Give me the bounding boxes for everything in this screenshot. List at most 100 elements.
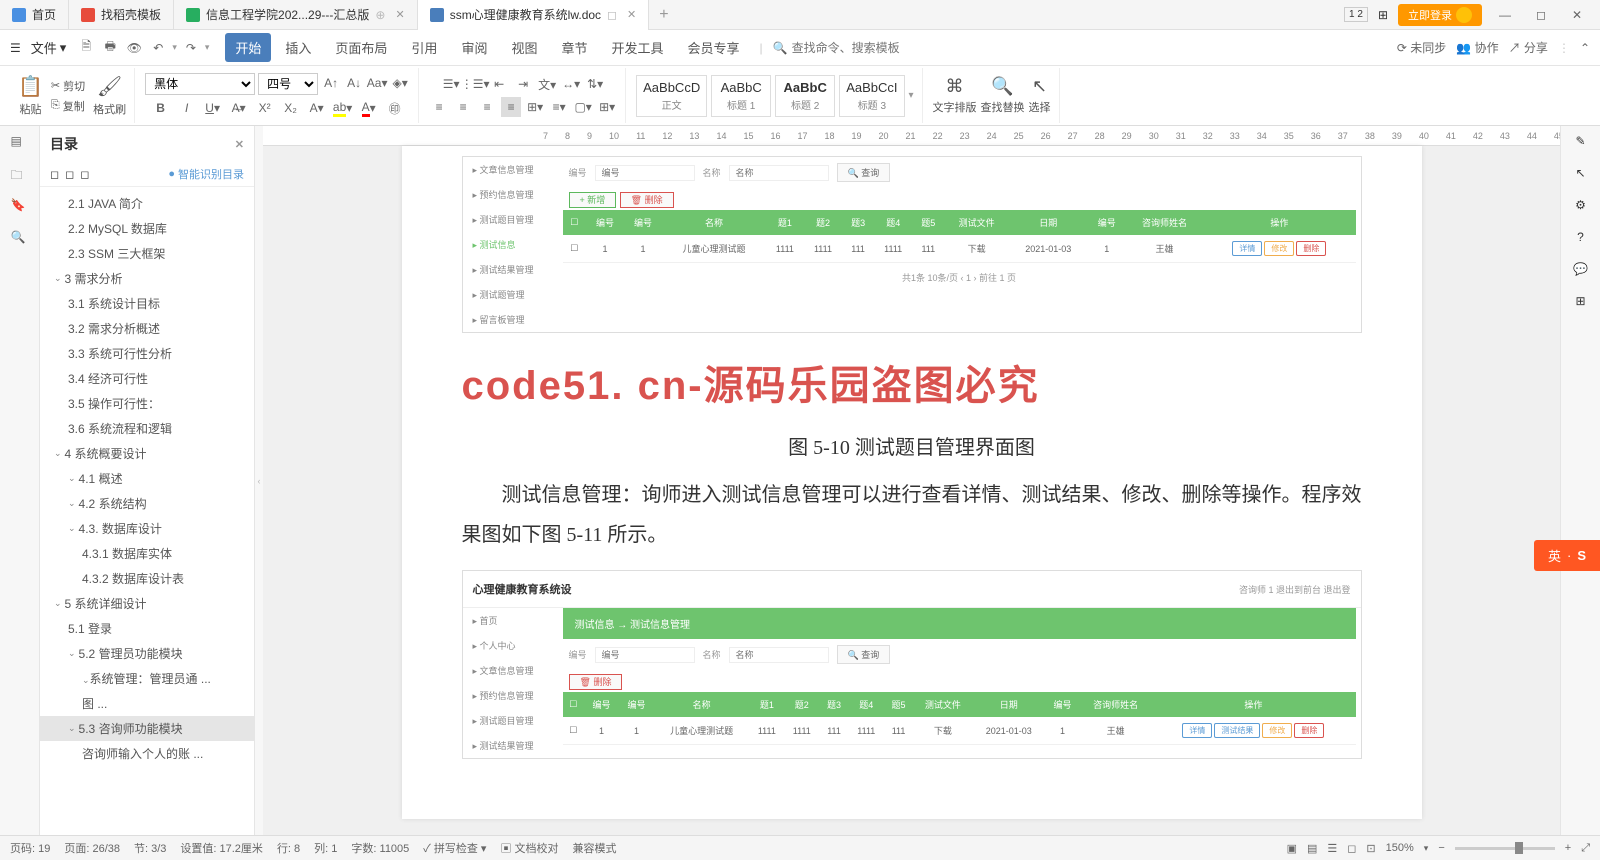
close-icon[interactable]: ✕ xyxy=(395,8,404,21)
toc-item[interactable]: ⌄4.3. 数据库设计 xyxy=(40,516,254,541)
view-fullwidth-icon[interactable]: ⊡ xyxy=(1366,842,1375,855)
smart-toc-button[interactable]: ● 智能识别目录 xyxy=(168,166,244,182)
tab-doc2[interactable]: ssm心理健康教育系统lw.doc◻✕ xyxy=(418,0,650,30)
italic-icon[interactable]: I xyxy=(177,98,197,118)
section[interactable]: 节: 3/3 xyxy=(134,840,166,856)
grow-font-icon[interactable]: A↑ xyxy=(321,73,341,93)
preview-icon[interactable]: 👁 xyxy=(124,38,144,58)
page-count[interactable]: 页面: 26/38 xyxy=(64,840,120,856)
view-print-icon[interactable]: ▣ xyxy=(1287,842,1297,855)
toc-collapse-icon[interactable]: ◻ xyxy=(65,168,74,181)
toc-list[interactable]: 2.1 JAVA 简介2.2 MySQL 数据库2.3 SSM 三大框架⌄3 需… xyxy=(40,187,254,835)
query-button[interactable]: 🔍 查询 xyxy=(837,645,891,664)
undo-icon[interactable]: ↶ xyxy=(148,38,168,58)
print-icon[interactable]: 🖶 xyxy=(100,38,120,58)
superscript-icon[interactable]: X² xyxy=(255,98,275,118)
ruler[interactable]: 7891011121314151617181920212223242526272… xyxy=(263,126,1560,146)
collab-button[interactable]: 👥 协作 xyxy=(1456,39,1498,56)
close-button[interactable]: ✕ xyxy=(1564,2,1590,28)
zoom-out-icon[interactable]: − xyxy=(1438,842,1444,854)
line-spacing-icon[interactable]: ⇅▾ xyxy=(585,74,605,94)
toc-close-icon[interactable]: ✕ xyxy=(235,138,244,151)
minimize-button[interactable]: — xyxy=(1492,2,1518,28)
delete-button[interactable]: 🗑 删除 xyxy=(569,674,623,690)
sidebar-item[interactable]: ▸ 文章信息管理 xyxy=(463,157,563,182)
toc-item[interactable]: ⌄5.2 管理员功能模块 xyxy=(40,641,254,666)
paste-button[interactable]: 📋粘贴 xyxy=(18,74,43,117)
proofread[interactable]: ▣ 文档校对 xyxy=(500,840,558,856)
user-actions[interactable]: 咨询师 1 退出到前台 退出登 xyxy=(1239,583,1351,596)
toc-item[interactable]: 图 ... xyxy=(40,691,254,716)
search-id-input[interactable] xyxy=(595,165,695,181)
toc-item[interactable]: ⌄3 需求分析 xyxy=(40,266,254,291)
file-menu[interactable]: 文件 ▾ xyxy=(25,38,73,57)
sidebar-item[interactable]: ▸ 预约信息管理 xyxy=(463,182,563,207)
row-action[interactable]: 删除 xyxy=(1294,723,1324,738)
highlight-icon[interactable]: ab▾ xyxy=(333,98,353,118)
toc-item[interactable]: 2.2 MySQL 数据库 xyxy=(40,216,254,241)
row-action[interactable]: 修改 xyxy=(1264,241,1294,256)
redo-icon[interactable]: ↷ xyxy=(181,38,201,58)
toc-item[interactable]: 2.3 SSM 三大框架 xyxy=(40,241,254,266)
sync-status[interactable]: ⟳ 未同步 xyxy=(1397,39,1446,56)
login-button[interactable]: 立即登录 xyxy=(1398,4,1482,26)
sidebar-item[interactable]: ▸ 测试结果管理 xyxy=(463,257,563,282)
ime-indicator[interactable]: 英 · S xyxy=(1534,540,1600,571)
toc-item[interactable]: ⌄5 系统详细设计 xyxy=(40,591,254,616)
toc-expand-icon[interactable]: ◻ xyxy=(50,168,59,181)
bold-icon[interactable]: B xyxy=(151,98,171,118)
search-name-input[interactable] xyxy=(729,647,829,663)
tab-home[interactable]: 首页 xyxy=(0,0,69,30)
outline-icon[interactable]: ▤ xyxy=(11,134,29,152)
align-right-icon[interactable]: ≡ xyxy=(477,97,497,117)
query-button[interactable]: 🔍 查询 xyxy=(837,163,891,182)
tab-template[interactable]: 找稻壳模板 xyxy=(69,0,174,30)
toc-item[interactable]: ⌄5.3 咨询师功能模块 xyxy=(40,716,254,741)
cursor-icon[interactable]: ↖ xyxy=(1575,166,1585,180)
add-button[interactable]: + 新增 xyxy=(569,192,617,208)
menu-dev[interactable]: 开发工具 xyxy=(601,33,673,62)
search-id-input[interactable] xyxy=(595,647,695,663)
pagination[interactable]: 共1条 10条/页 ‹ 1 › 前往 1 页 xyxy=(563,263,1356,292)
menu-review[interactable]: 审阅 xyxy=(451,33,497,62)
toc-item[interactable]: ⌄4.2 系统结构 xyxy=(40,491,254,516)
find-replace-button[interactable]: 🔍查找替换 xyxy=(981,76,1025,115)
subscript-icon[interactable]: X₂ xyxy=(281,98,301,118)
toc-item[interactable]: 3.2 需求分析概述 xyxy=(40,316,254,341)
numbering-icon[interactable]: ⋮☰▾ xyxy=(465,74,485,94)
delete-button[interactable]: 🗑 删除 xyxy=(620,192,674,208)
toc-item[interactable]: ⌄系统管理：管理员通 ... xyxy=(40,666,254,691)
grid-icon[interactable]: ⊞ xyxy=(1378,8,1388,22)
document-area[interactable]: 7891011121314151617181920212223242526272… xyxy=(263,126,1560,835)
align-left-icon[interactable]: ≡ xyxy=(429,97,449,117)
help-icon[interactable]: ? xyxy=(1577,230,1584,244)
pin-icon[interactable]: ◻ xyxy=(607,8,617,22)
panel-toggle[interactable]: ‹ xyxy=(255,126,263,835)
sidebar-item[interactable]: ▸ 测试题目管理 xyxy=(463,207,563,232)
outdent-icon[interactable]: ⇤ xyxy=(489,74,509,94)
text-direction-icon[interactable]: 文▾ xyxy=(537,74,557,94)
row-action[interactable]: 详情 xyxy=(1232,241,1262,256)
row-action[interactable]: 删除 xyxy=(1296,241,1326,256)
view-read-icon[interactable]: ◻ xyxy=(1347,842,1356,855)
indent-icon[interactable]: ⇥ xyxy=(513,74,533,94)
underline-icon[interactable]: U▾ xyxy=(203,98,223,118)
more-icon[interactable]: ⊞ xyxy=(1575,294,1585,308)
col[interactable]: 列: 1 xyxy=(314,840,337,856)
spell-check[interactable]: ✓ 拼写检查 ▾ xyxy=(423,840,486,856)
toc-item[interactable]: 3.4 经济可行性 xyxy=(40,366,254,391)
hamburger-icon[interactable]: ☰ xyxy=(10,41,21,55)
text-effect-icon[interactable]: A▾ xyxy=(307,98,327,118)
row[interactable]: 行: 8 xyxy=(277,840,300,856)
pencil-icon[interactable]: ✎ xyxy=(1575,134,1585,148)
layout-icon[interactable]: 1 2 xyxy=(1344,7,1368,22)
toc-item[interactable]: 3.6 系统流程和逻辑 xyxy=(40,416,254,441)
shrink-font-icon[interactable]: A↓ xyxy=(344,73,364,93)
toc-item[interactable]: 3.1 系统设计目标 xyxy=(40,291,254,316)
pin-icon[interactable]: ⊕ xyxy=(375,8,385,22)
menu-section[interactable]: 章节 xyxy=(551,33,597,62)
chat-icon[interactable]: 💬 xyxy=(1573,262,1588,276)
toc-item[interactable]: 5.1 登录 xyxy=(40,616,254,641)
clear-format-icon[interactable]: ◈▾ xyxy=(390,73,410,93)
align-dist-icon[interactable]: ↔▾ xyxy=(561,74,581,94)
